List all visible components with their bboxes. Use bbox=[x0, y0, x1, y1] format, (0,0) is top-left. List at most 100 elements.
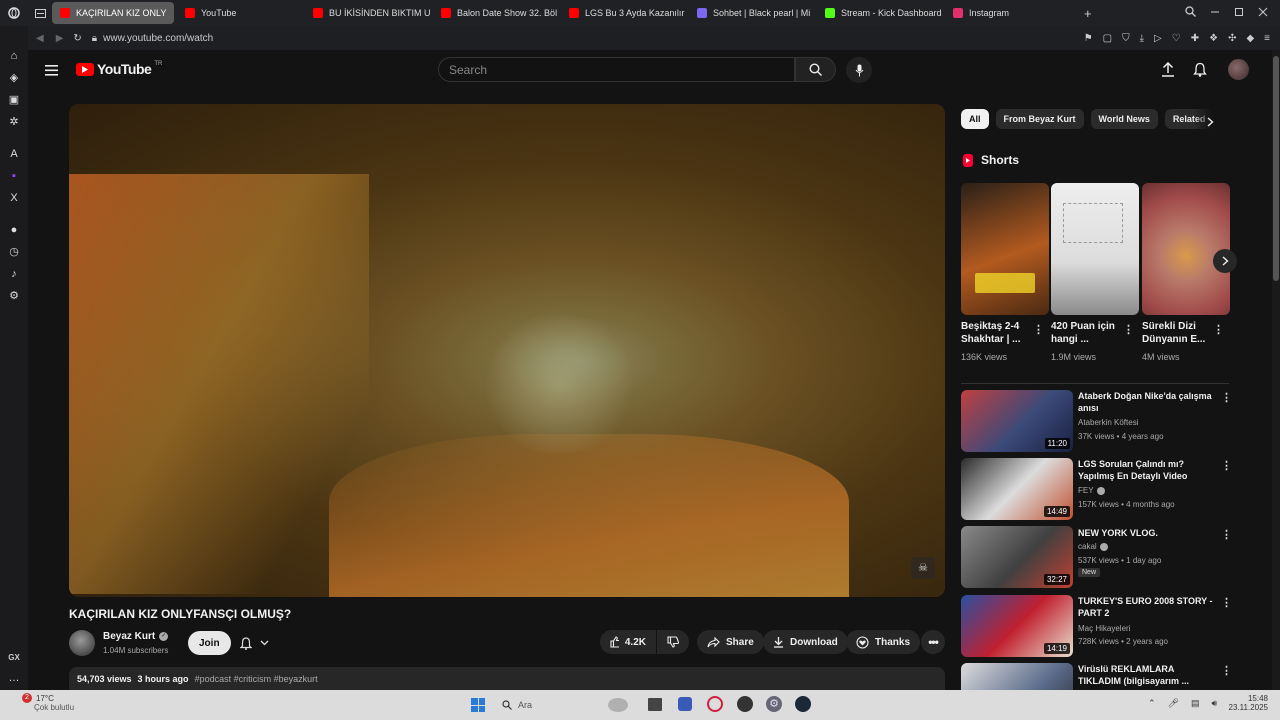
tab-switcher-icon[interactable] bbox=[28, 8, 52, 18]
settings-icon[interactable]: ⚙ bbox=[8, 290, 20, 302]
short-menu-icon[interactable]: ⋮ bbox=[1033, 323, 1044, 336]
minimize-icon[interactable] bbox=[1210, 4, 1220, 22]
file-explorer-icon[interactable] bbox=[648, 698, 662, 711]
new-tab-button[interactable]: + bbox=[1084, 6, 1092, 21]
short-title[interactable]: Beşiktaş 2-4 Shakhtar | ... bbox=[961, 320, 1031, 346]
video-player[interactable]: ☠ bbox=[69, 104, 945, 597]
extension-icon[interactable]: ✚ bbox=[1191, 33, 1199, 44]
recommendation-thumbnail[interactable]: 14:19 bbox=[961, 595, 1073, 657]
short-thumbnail[interactable] bbox=[1051, 183, 1139, 315]
join-button[interactable]: Join bbox=[188, 631, 231, 655]
short-menu-icon[interactable]: ⋮ bbox=[1123, 323, 1134, 336]
recommendation-channel[interactable]: Ataberkin Köftesi bbox=[1078, 418, 1138, 427]
pin-icon[interactable]: ⚑ bbox=[1084, 33, 1093, 44]
search-input[interactable]: Search bbox=[438, 57, 795, 82]
chip-all[interactable]: All bbox=[961, 109, 989, 129]
chip-from-channel[interactable]: From Beyaz Kurt bbox=[995, 109, 1084, 129]
short-thumbnail[interactable] bbox=[961, 183, 1049, 315]
short-title[interactable]: 420 Puan için hangi ... bbox=[1051, 320, 1121, 346]
clock[interactable]: 15:48 23.11.2025 bbox=[1220, 694, 1268, 712]
clock-icon[interactable]: ◷ bbox=[8, 246, 20, 258]
channel-name[interactable]: Beyaz Kurt bbox=[103, 631, 155, 642]
share-button[interactable]: Share bbox=[697, 630, 764, 654]
recommendation-menu-icon[interactable]: ⋮ bbox=[1221, 391, 1232, 404]
reload-icon[interactable]: ↻ bbox=[73, 33, 81, 44]
recommendation-channel[interactable]: cakal bbox=[1078, 542, 1097, 551]
short-menu-icon[interactable]: ⋮ bbox=[1213, 323, 1224, 336]
recommendation-title[interactable]: NEW YORK VLOG. bbox=[1078, 527, 1218, 539]
browser-tab[interactable]: BU İKİSİNDEN BIKTIM UL bbox=[305, 2, 430, 24]
hashtags[interactable]: #podcast #criticism #beyazkurt bbox=[195, 674, 318, 690]
hamburger-menu-icon[interactable] bbox=[45, 63, 59, 81]
like-button[interactable]: 4.2K bbox=[600, 630, 656, 654]
steam-icon[interactable] bbox=[795, 696, 811, 712]
extension-icon[interactable]: ❖ bbox=[1209, 33, 1218, 44]
page-scrollbar[interactable] bbox=[1272, 50, 1280, 690]
recommendation-title[interactable]: Ataberk Doğan Nike'da çalışma anısı bbox=[1078, 390, 1218, 414]
extension-icon[interactable]: ◆ bbox=[1246, 33, 1254, 44]
recommendation-thumbnail[interactable] bbox=[961, 663, 1073, 690]
upload-icon[interactable] bbox=[1162, 61, 1174, 82]
play-icon[interactable]: ▷ bbox=[1154, 33, 1162, 44]
messenger-icon[interactable]: ● bbox=[8, 224, 20, 236]
bag-icon[interactable]: ▣ bbox=[8, 94, 20, 106]
app-icon[interactable] bbox=[737, 696, 753, 712]
recommendation-title[interactable]: Virüslü REKLAMLARA TIKLADIM (bilgisayarı… bbox=[1078, 663, 1218, 687]
windows-start-icon[interactable] bbox=[471, 698, 485, 712]
recommendation-thumbnail[interactable]: 32:27 bbox=[961, 526, 1073, 588]
star-icon[interactable]: ✲ bbox=[8, 116, 20, 128]
channel-watermark-icon[interactable]: ☠ bbox=[911, 557, 935, 579]
aria-icon[interactable]: A bbox=[8, 148, 20, 160]
voice-search-button[interactable] bbox=[846, 57, 872, 83]
browser-tab[interactable]: KAÇIRILAN KIZ ONLY bbox=[52, 2, 174, 24]
network-icon[interactable]: ▤ bbox=[1191, 698, 1200, 709]
short-thumbnail[interactable] bbox=[1142, 183, 1230, 315]
recommendation-menu-icon[interactable]: ⋮ bbox=[1221, 528, 1232, 541]
back-icon[interactable]: ◀ bbox=[36, 33, 44, 44]
short-title[interactable]: Sürekli Dizi Dünyanın E... bbox=[1142, 320, 1212, 346]
recommendation-title[interactable]: TURKEY'S EURO 2008 STORY - PART 2 bbox=[1078, 595, 1218, 619]
subscribe-notifications-button[interactable] bbox=[234, 631, 275, 655]
recommendation-menu-icon[interactable]: ⋮ bbox=[1221, 459, 1232, 472]
microphone-icon[interactable]: 🎤︎ bbox=[1168, 698, 1179, 709]
volume-icon[interactable]: 🔊︎ bbox=[1212, 698, 1218, 709]
recommendation-channel[interactable]: FEY bbox=[1078, 486, 1094, 495]
notifications-bell-icon[interactable] bbox=[1193, 62, 1207, 82]
heart-icon[interactable]: ♡ bbox=[1172, 33, 1181, 44]
opera-logo-icon[interactable] bbox=[0, 7, 28, 19]
home-icon[interactable]: ⌂ bbox=[8, 50, 20, 62]
maximize-icon[interactable] bbox=[1234, 4, 1244, 22]
scrollbar-thumb[interactable] bbox=[1273, 56, 1279, 281]
opera-gx-icon[interactable] bbox=[707, 696, 723, 712]
more-icon[interactable]: … bbox=[8, 672, 20, 684]
browser-tab[interactable]: Sohbet | Black pearl | Mi bbox=[689, 2, 814, 24]
search-icon[interactable] bbox=[1185, 4, 1196, 22]
shorts-next-button[interactable] bbox=[1213, 249, 1237, 273]
extension-icon[interactable]: ✣ bbox=[1228, 33, 1236, 44]
search-button[interactable] bbox=[795, 57, 836, 82]
twitch-icon[interactable]: ▪ bbox=[8, 170, 20, 182]
more-actions-button[interactable]: ••• bbox=[921, 630, 945, 654]
forward-icon[interactable]: ▶ bbox=[56, 33, 64, 44]
dislike-button[interactable] bbox=[657, 630, 689, 654]
browser-tab[interactable]: Instagram bbox=[945, 2, 1070, 24]
thanks-button[interactable]: Thanks bbox=[846, 630, 921, 654]
close-icon[interactable] bbox=[1258, 4, 1268, 22]
browser-tab[interactable]: Stream - Kick Dashboard bbox=[817, 2, 942, 24]
youtube-logo[interactable]: YouTube TR bbox=[76, 61, 162, 77]
download-button[interactable]: Download bbox=[763, 630, 848, 654]
avatar[interactable] bbox=[1228, 59, 1249, 80]
recommendation-channel[interactable]: Maç Hikayeleri bbox=[1078, 624, 1130, 633]
browser-tab[interactable]: LGS Bu 3 Ayda Kazanılır bbox=[561, 2, 686, 24]
snapshot-icon[interactable]: ▢ bbox=[1103, 33, 1112, 44]
recommendation-thumbnail[interactable]: 14:49 bbox=[961, 458, 1073, 520]
recommendation-menu-icon[interactable]: ⋮ bbox=[1221, 596, 1232, 609]
recommendation-menu-icon[interactable]: ⋮ bbox=[1221, 664, 1232, 677]
game-icon[interactable]: ◈ bbox=[8, 72, 20, 84]
browser-tab[interactable]: Balon Date Show 32. Böl bbox=[433, 2, 558, 24]
recommendation-title[interactable]: LGS Soruları Çalındı mı? Yapılmış En Det… bbox=[1078, 458, 1218, 482]
gx-label[interactable]: GX bbox=[8, 653, 20, 662]
url-field[interactable]: www.youtube.com/watch bbox=[103, 33, 213, 44]
taskbar-search[interactable]: Ara bbox=[496, 696, 632, 714]
browser-tab[interactable]: YouTube bbox=[177, 2, 302, 24]
